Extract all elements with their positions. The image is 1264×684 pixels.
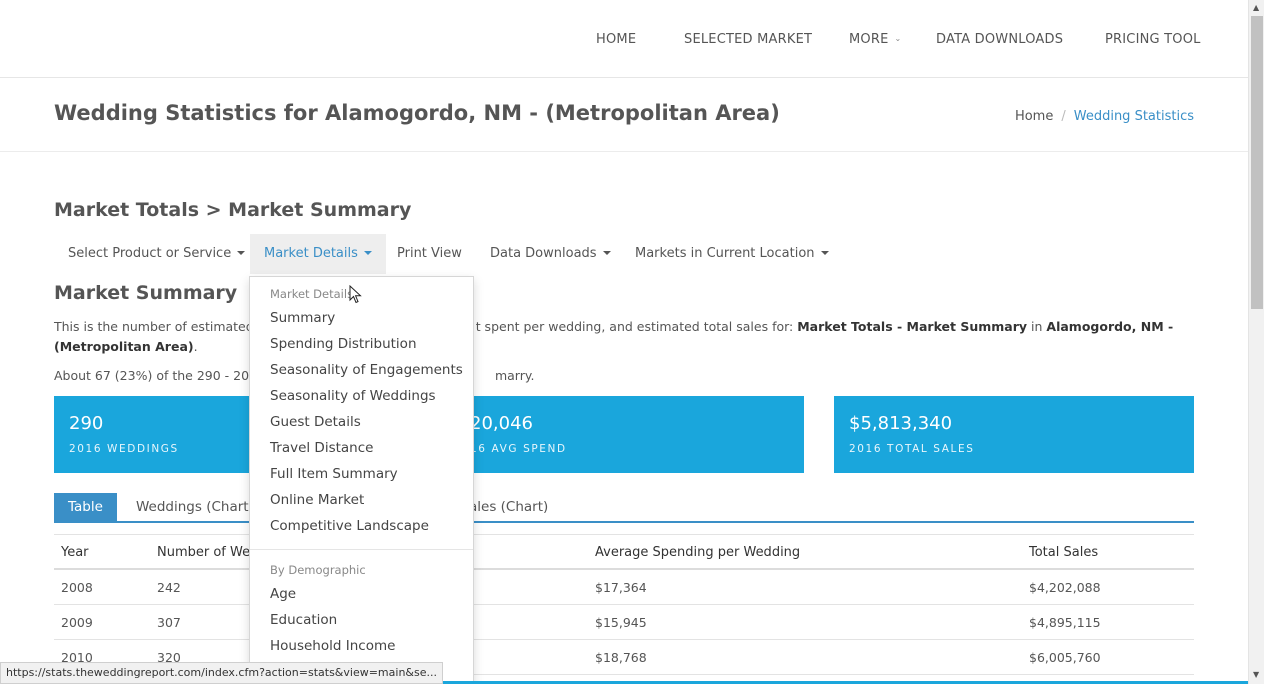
nav-more[interactable]: MORE ⌄ xyxy=(849,32,901,47)
col-avg-spending: Average Spending per Wedding xyxy=(595,545,801,560)
menu-item-spending-distribution[interactable]: Spending Distribution xyxy=(270,336,417,352)
cell-avg: $18,768 xyxy=(595,650,647,665)
stat-card-total-sales: $5,813,340 2016 TOTAL SALES xyxy=(834,396,1194,473)
scroll-thumb[interactable] xyxy=(1251,16,1263,309)
line2-start: About 67 (23%) of the 290 - 2016 xyxy=(54,368,265,383)
caret-down-icon xyxy=(820,251,829,255)
stat-label: 16 AVG SPEND xyxy=(470,443,567,455)
subnav-markets-location[interactable]: Markets in Current Location xyxy=(621,234,843,274)
nav-data-downloads[interactable]: DATA DOWNLOADS xyxy=(936,32,1063,47)
menu-item-competitive-landscape[interactable]: Competitive Landscape xyxy=(270,518,429,534)
cell-year: 2008 xyxy=(61,580,93,595)
subnav-label: Market Details xyxy=(264,246,358,261)
caret-down-icon xyxy=(602,251,611,255)
mouse-cursor-icon xyxy=(349,285,362,304)
stat-card-avg-spend: 20,046 16 AVG SPEND xyxy=(444,396,804,473)
top-navbar: HOME SELECTED MARKET MORE ⌄ DATA DOWNLOAD… xyxy=(0,0,1248,78)
cell-number: 307 xyxy=(157,615,181,630)
view-tabs: Table Weddings (Chart) ales (Chart) xyxy=(54,493,1194,523)
menu-item-full-item-summary[interactable]: Full Item Summary xyxy=(270,466,398,482)
cell-year: 2009 xyxy=(61,615,93,630)
browser-status-bar: https://stats.theweddingreport.com/index… xyxy=(0,662,443,684)
subnav-label: Print View xyxy=(397,246,462,261)
menu-item-online-market[interactable]: Online Market xyxy=(270,492,364,508)
nav-selected-market[interactable]: SELECTED MARKET xyxy=(684,32,812,47)
desc-end: . xyxy=(193,339,198,354)
page-scrollbar[interactable]: ▲ ▼ xyxy=(1248,0,1264,684)
scroll-up-arrow-icon[interactable]: ▲ xyxy=(1253,3,1259,12)
col-number: Number of We xyxy=(157,545,251,560)
menu-item-seasonality-engagements[interactable]: Seasonality of Engagements xyxy=(270,362,463,378)
col-total-sales: Total Sales xyxy=(1029,545,1099,560)
tab-table[interactable]: Table xyxy=(54,493,117,522)
chevron-down-icon: ⌄ xyxy=(894,34,902,43)
col-year: Year xyxy=(61,545,89,560)
dropdown-header-demographic: By Demographic xyxy=(270,563,366,577)
menu-item-seasonality-weddings[interactable]: Seasonality of Weddings xyxy=(270,388,436,404)
breadcrumb: Home / Wedding Statistics xyxy=(1015,109,1194,124)
breadcrumb-home[interactable]: Home xyxy=(1015,109,1053,124)
cell-total: $6,005,760 xyxy=(1029,650,1101,665)
page-header: Wedding Statistics for Alamogordo, NM - … xyxy=(0,79,1248,152)
menu-item-education[interactable]: Education xyxy=(270,612,337,628)
menu-item-age[interactable]: Age xyxy=(270,586,296,602)
desc-market: Market Totals - Market Summary xyxy=(797,319,1028,334)
subnav-market-details[interactable]: Market Details xyxy=(250,234,386,274)
subnav-label: Data Downloads xyxy=(490,246,597,261)
dropdown-divider xyxy=(250,549,473,550)
desc-mid: t spent per wedding, and estimated total… xyxy=(475,319,798,334)
desc-start: This is the number of estimated xyxy=(54,319,254,334)
subnav-data-downloads[interactable]: Data Downloads xyxy=(476,234,625,274)
nav-pricing-tool[interactable]: PRICING TOOL xyxy=(1105,32,1201,47)
market-table: Year Number of We Average Spending per W… xyxy=(54,535,1194,675)
nav-more-label: MORE xyxy=(849,32,889,47)
menu-item-household-income[interactable]: Household Income xyxy=(270,638,395,654)
stat-value: $5,813,340 xyxy=(849,413,953,434)
subnav-print-view[interactable]: Print View xyxy=(383,234,476,274)
breadcrumb-current: Wedding Statistics xyxy=(1073,109,1194,124)
table-header-row: Year Number of We Average Spending per W… xyxy=(54,535,1194,570)
table-row: 2009 307 $15,945 $4,895,115 xyxy=(54,605,1194,640)
dropdown-header-market-details: Market Details xyxy=(270,287,354,301)
tab-weddings-chart[interactable]: Weddings (Chart) xyxy=(122,493,268,522)
cell-total: $4,202,088 xyxy=(1029,580,1101,595)
line2-end: marry. xyxy=(494,368,535,383)
breadcrumb-separator: / xyxy=(1061,109,1066,124)
cell-avg: $17,364 xyxy=(595,580,647,595)
stat-value: 20,046 xyxy=(470,413,533,434)
table-row: 2008 242 $17,364 $4,202,088 xyxy=(54,570,1194,605)
stat-label: 2016 WEDDINGS xyxy=(69,443,179,455)
nav-home[interactable]: HOME xyxy=(596,32,636,47)
caret-down-icon xyxy=(363,251,372,255)
stat-label: 2016 TOTAL SALES xyxy=(849,443,975,455)
menu-item-travel-distance[interactable]: Travel Distance xyxy=(270,440,373,456)
subnav-label: Markets in Current Location xyxy=(635,246,815,261)
market-details-dropdown: Market Details Summary Spending Distribu… xyxy=(249,276,474,684)
section-title: Market Totals > Market Summary xyxy=(54,199,412,221)
cell-avg: $15,945 xyxy=(595,615,647,630)
cell-number: 242 xyxy=(157,580,181,595)
cell-total: $4,895,115 xyxy=(1029,615,1101,630)
summary-heading: Market Summary xyxy=(54,282,238,304)
subnav-label: Select Product or Service xyxy=(68,246,232,261)
menu-item-summary[interactable]: Summary xyxy=(270,310,335,326)
menu-item-guest-details[interactable]: Guest Details xyxy=(270,414,361,430)
summary-description: This is the number of estimated t spent p… xyxy=(54,317,1194,357)
caret-down-icon xyxy=(237,251,246,255)
subnav-select-product[interactable]: Select Product or Service xyxy=(54,234,259,274)
desc-in: in xyxy=(1027,319,1047,334)
stat-value: 290 xyxy=(69,413,104,434)
scroll-down-arrow-icon[interactable]: ▼ xyxy=(1253,670,1259,679)
page-title: Wedding Statistics for Alamogordo, NM - … xyxy=(54,101,780,125)
